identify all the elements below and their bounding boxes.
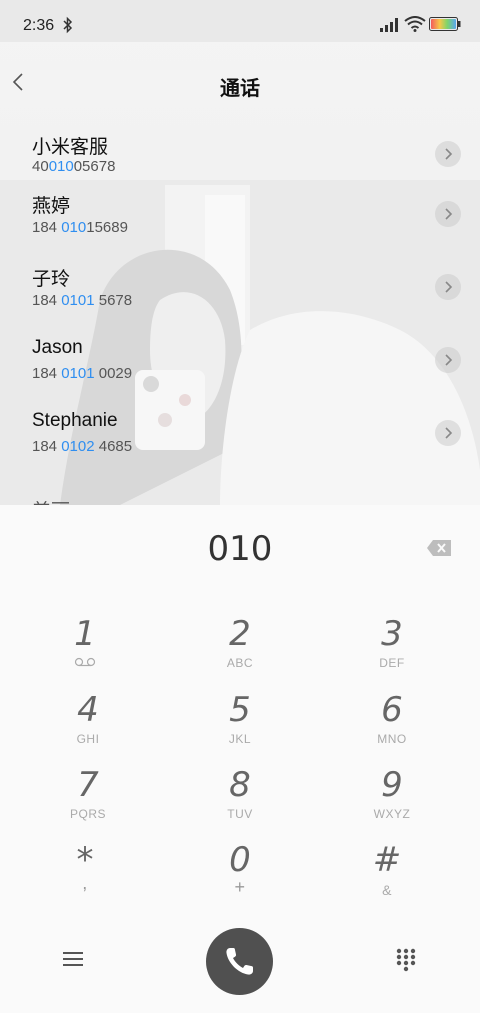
dialed-number: 010 (207, 529, 273, 569)
recent-calls-area: 2:36 通话 小米客服 4001005678 燕婷 184 01015689 … (0, 0, 480, 505)
contact-number: 184 0102 4685 (32, 438, 133, 455)
key-9[interactable]: 9 WXYZ (342, 766, 442, 836)
key-letters: JKL (228, 732, 252, 746)
dialer-bottom-bar (0, 923, 480, 1003)
key-5[interactable]: 5 JKL (190, 691, 290, 761)
menu-icon[interactable] (62, 949, 84, 969)
key-digit: 9 (381, 765, 403, 805)
matched-digits: 0102 (61, 438, 95, 455)
matched-digits: 0101 (61, 292, 95, 309)
contact-number: 184 01015689 (32, 219, 128, 236)
contact-name: Stephanie (32, 410, 118, 431)
key-digit: 6 (381, 690, 403, 730)
key-digit: 3 (381, 614, 403, 654)
chevron-right-icon[interactable] (435, 274, 461, 300)
contact-name-partial[interactable]: 美丽 (32, 496, 70, 505)
matched-digits: 010 (48, 158, 74, 175)
key-4[interactable]: 4 GHI (38, 691, 138, 761)
status-bar: 2:36 (0, 0, 480, 42)
key-letters: WXYZ (373, 807, 411, 821)
contact-number: 4001005678 (32, 158, 116, 175)
back-arrow-icon[interactable] (8, 66, 32, 98)
contact-row[interactable]: 燕婷 184 01015689 (0, 181, 480, 254)
key-letters: TUV (227, 807, 253, 821)
key-letters: , (82, 873, 88, 893)
voicemail-icon (74, 657, 96, 667)
contact-name: Jason (32, 337, 83, 358)
key-3[interactable]: 3 DEF (342, 615, 442, 685)
key-8[interactable]: 8 TUV (190, 766, 290, 836)
key-7[interactable]: 7 PQRS (38, 766, 138, 836)
key-letters: MNO (377, 732, 407, 746)
contact-results-list: 小米客服 4001005678 燕婷 184 01015689 子玲 184 0… (0, 122, 480, 473)
contact-row[interactable]: 子玲 184 0101 5678 (0, 254, 480, 327)
key-digit: # (372, 840, 402, 880)
key-letters: GHI (76, 732, 100, 746)
key-6[interactable]: 6 MNO (342, 691, 442, 761)
key-2[interactable]: 2 ABC (190, 615, 290, 685)
wifi-icon (404, 16, 426, 32)
key-digit: 1 (74, 614, 96, 654)
contact-number: 184 0101 5678 (32, 292, 133, 309)
header: 通话 (0, 42, 480, 122)
chevron-right-icon[interactable] (435, 201, 461, 227)
matched-digits: 010 (61, 219, 87, 236)
key-hash[interactable]: # & (337, 841, 437, 911)
key-1[interactable]: 1 (35, 615, 135, 685)
key-digit: 5 (229, 690, 251, 730)
page-title: 通话 (220, 78, 260, 100)
phone-icon (226, 948, 253, 975)
key-digit: 2 (229, 614, 251, 654)
battery-icon (429, 17, 461, 31)
chevron-right-icon[interactable] (435, 420, 461, 446)
key-digit: 7 (77, 765, 99, 805)
contact-number: 184 0101 0029 (32, 365, 133, 382)
key-digit: 4 (77, 690, 99, 730)
bluetooth-icon (63, 16, 73, 34)
backspace-icon[interactable] (426, 539, 452, 557)
key-letters: + (234, 877, 246, 897)
dialpad-icon[interactable] (396, 948, 416, 972)
matched-digits: 0101 (61, 365, 95, 382)
key-digit: 0 (229, 840, 251, 880)
contact-name: 小米客服 (32, 137, 109, 158)
status-time: 2:36 (23, 17, 55, 34)
signal-icon (380, 18, 398, 32)
key-letters: ABC (226, 656, 254, 670)
contact-row[interactable]: Jason 184 0101 0029 (0, 327, 480, 400)
key-letters: PQRS (69, 807, 106, 821)
dialer-panel: 010 1 2 ABC 3 DEF 4 GHI 5 JKL 6 MNO 7 PQ… (0, 505, 480, 1013)
key-digit: 8 (229, 765, 251, 805)
key-0[interactable]: 0 + (190, 841, 290, 911)
key-letters: DEF (379, 656, 405, 670)
contact-name: 燕婷 (32, 196, 71, 217)
chevron-right-icon[interactable] (435, 141, 461, 167)
chevron-right-icon[interactable] (435, 347, 461, 373)
key-star[interactable]: * , (35, 841, 135, 911)
call-button[interactable] (206, 928, 273, 995)
contact-row[interactable]: Stephanie 184 0102 4685 (0, 400, 480, 473)
key-letters: & (382, 882, 392, 898)
contact-row[interactable]: 小米客服 4001005678 (0, 122, 480, 181)
contact-name: 子玲 (32, 269, 71, 290)
